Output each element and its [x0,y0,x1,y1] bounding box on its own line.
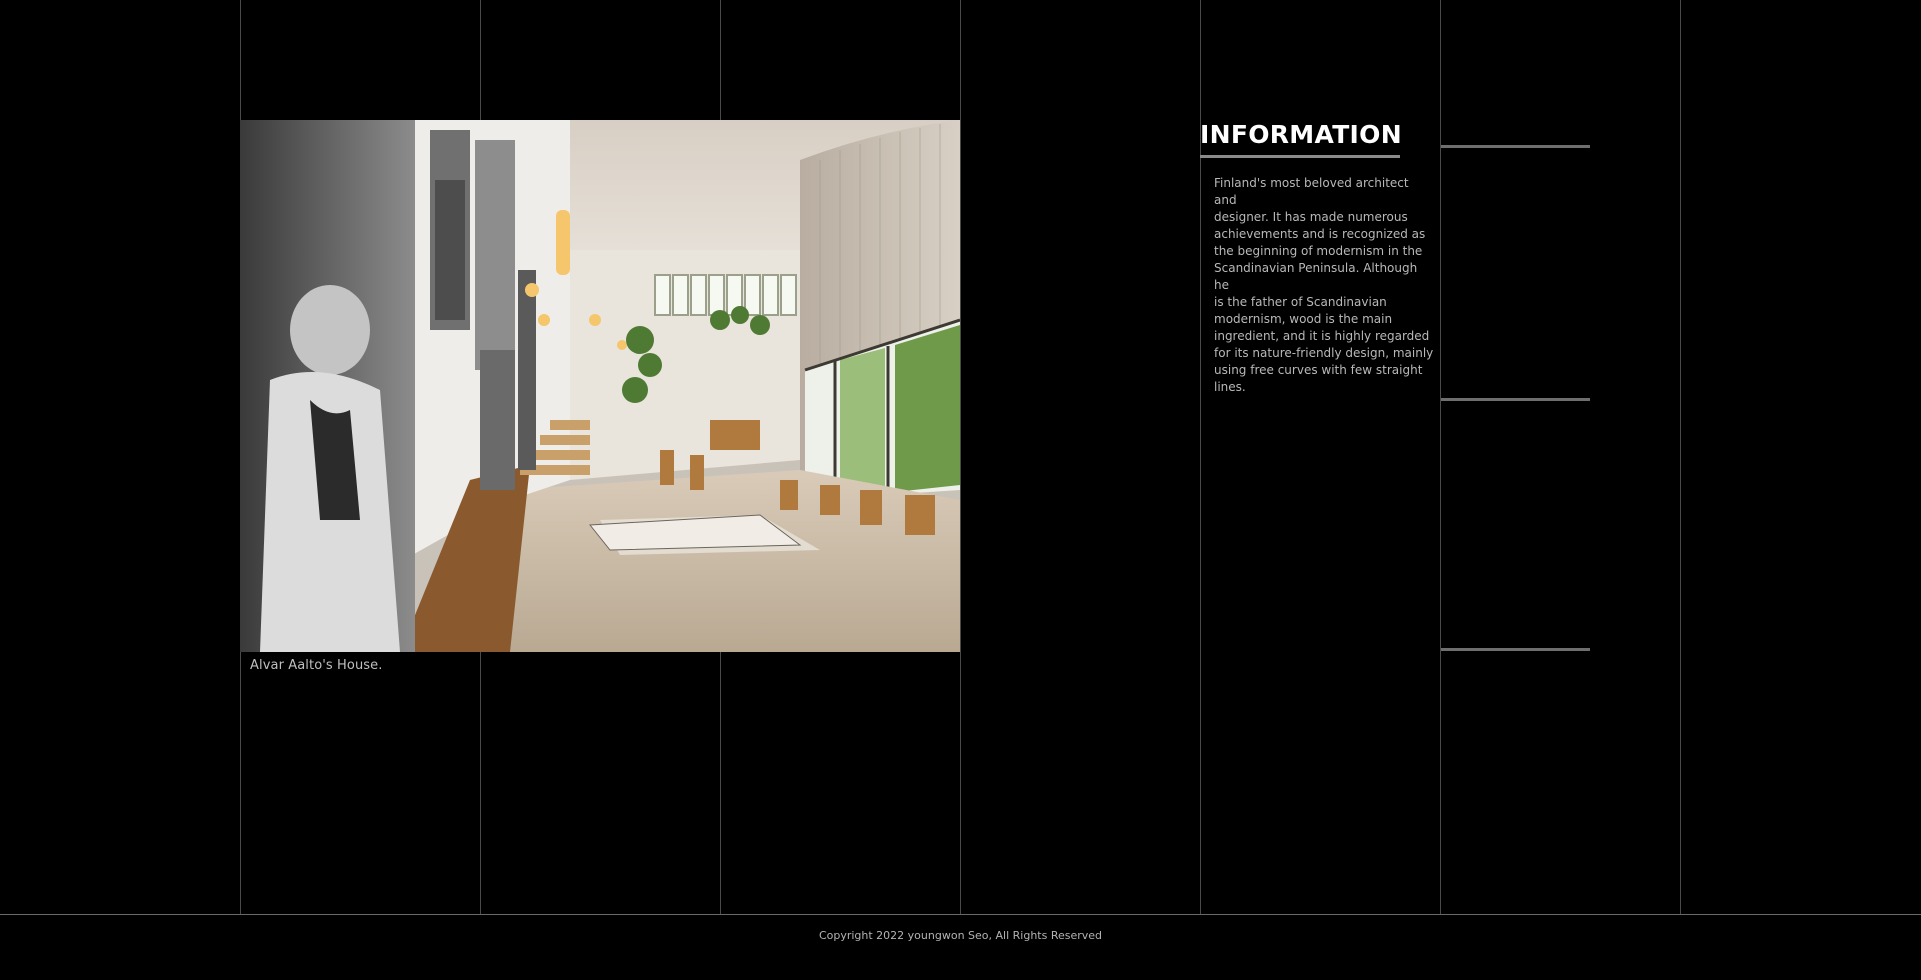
side-divider [1441,145,1590,148]
footer-divider [0,914,1921,915]
side-divider [1441,648,1590,651]
information-body: Finland's most beloved architect and des… [1214,176,1434,394]
grid-line [960,0,961,914]
information-heading: INFORMATION [1200,120,1402,149]
side-divider [1441,398,1590,401]
footer-copyright: Copyright 2022 youngwon Seo, All Rights … [818,929,1103,942]
photo-caption: Alvar Aalto's House. [250,658,383,673]
house-interior-photo [240,120,960,652]
page-canvas: Alvar Aalto's House. INFORMATION Finland… [0,0,1921,980]
grid-line [1680,0,1681,914]
heading-underline [1200,155,1400,158]
grid-line [1440,0,1441,914]
